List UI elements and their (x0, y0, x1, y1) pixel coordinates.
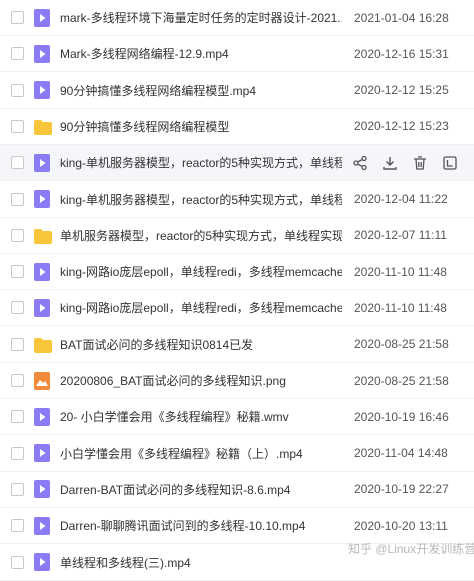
file-name[interactable]: king-网路io庞层epoll，单线程redi，多线程memcache... (60, 263, 342, 280)
row-checkbox[interactable] (11, 519, 24, 533)
row-checkbox[interactable] (11, 47, 24, 61)
row-checkbox[interactable] (11, 192, 24, 206)
file-name[interactable]: 小白学懂会用《多线程编程》秘籍（上）.mp4 (60, 445, 342, 462)
file-row[interactable]: 20- 小白学懂会用《多线程编程》秘籍.wmv 2020-10-19 16:46 (0, 399, 474, 436)
file-name[interactable]: king-单机服务器模型，reactor的5种实现方式，单线程... (60, 154, 342, 171)
file-name[interactable]: Darren-BAT面试必问的多线程知识-8.6.mp4 (60, 481, 342, 498)
image-file-icon (34, 371, 50, 390)
row-checkbox[interactable] (11, 410, 24, 424)
row-checkbox[interactable] (11, 482, 24, 496)
file-name[interactable]: king-单机服务器模型，reactor的5种实现方式，单线程... (60, 191, 342, 208)
file-row[interactable]: king-单机服务器模型，reactor的5种实现方式，单线程... (0, 145, 474, 182)
folder-icon (34, 119, 52, 138)
file-row[interactable]: BAT面试必问的多线程知识0814已发 2020-08-25 21:58 (0, 327, 474, 363)
file-row[interactable]: king-网路io庞层epoll，单线程redi，多线程memcache... 2… (0, 254, 474, 291)
file-name[interactable]: Mark-多线程网络编程-12.9.mp4 (60, 45, 342, 62)
file-date: 2020-10-20 13:11 (354, 518, 448, 533)
video-file-icon (34, 81, 50, 100)
video-file-icon (34, 8, 50, 27)
file-date: 2020-10-19 22:27 (354, 482, 449, 497)
video-file-icon (34, 44, 50, 63)
file-date: 2020-11-04 14:48 (354, 446, 448, 461)
video-file-icon (34, 298, 50, 317)
row-checkbox[interactable] (11, 374, 24, 387)
video-file-icon (34, 262, 50, 281)
video-file-icon (34, 407, 50, 426)
file-row[interactable]: Mark-多线程网络编程-12.9.mp4 2020-12-16 15:31 (0, 36, 474, 73)
row-checkbox[interactable] (11, 156, 24, 170)
file-name[interactable]: Darren-聊聊腾讯面试问到的多线程-10.10.mp4 (60, 517, 342, 534)
row-checkbox[interactable] (11, 11, 24, 24)
row-actions (352, 155, 457, 170)
delete-icon[interactable] (412, 155, 427, 170)
file-name[interactable]: 20- 小白学懂会用《多线程编程》秘籍.wmv (60, 408, 342, 425)
folder-icon (34, 228, 52, 247)
more-icon[interactable] (442, 155, 457, 170)
video-file-icon (34, 190, 50, 208)
file-name[interactable]: 单线程和多线程(三).mp4 (60, 554, 342, 571)
file-date: 2020-08-25 21:58 (354, 337, 449, 352)
file-row[interactable]: 小白学懂会用《多线程编程》秘籍（上）.mp4 2020-11-04 14:48 (0, 436, 474, 472)
row-checkbox[interactable] (11, 555, 24, 569)
file-date: 2021-01-04 16:28 (354, 10, 449, 25)
row-checkbox[interactable] (11, 301, 24, 315)
watermark: 知乎 @Linux开发训练营 (348, 542, 474, 556)
file-date: 2020-11-10 11:48 (354, 300, 447, 315)
video-file-icon (34, 516, 50, 535)
file-row[interactable]: 单机服务器模型，reactor的5种实现方式，单线程实现... 2020-12-0… (0, 218, 474, 254)
video-file-icon (34, 153, 50, 172)
file-row[interactable]: mark-多线程环境下海量定时任务的定时器设计-2021.1.2... 2021-… (0, 0, 474, 36)
video-file-icon (34, 480, 50, 499)
row-checkbox[interactable] (11, 119, 24, 133)
file-date: 2020-12-12 15:25 (354, 83, 449, 98)
file-row[interactable]: Darren-BAT面试必问的多线程知识-8.6.mp4 2020-10-19 2… (0, 472, 474, 508)
video-file-icon (34, 444, 50, 463)
folder-icon (34, 337, 52, 356)
row-checkbox[interactable] (11, 228, 24, 242)
file-date: 2020-12-07 11:11 (354, 228, 447, 243)
file-date: 2020-12-16 15:31 (354, 46, 449, 61)
file-date: 2020-08-25 21:58 (354, 373, 449, 388)
file-row[interactable]: king-单机服务器模型，reactor的5种实现方式，单线程... 2020-1… (0, 182, 474, 218)
row-checkbox[interactable] (11, 83, 24, 97)
file-date: 2020-12-12 15:23 (354, 119, 449, 134)
file-date: 2020-10-19 16:46 (354, 409, 449, 424)
share-icon[interactable] (352, 155, 367, 170)
file-name[interactable]: 90分钟搞懂多线程网络编程模型.mp4 (60, 82, 342, 99)
file-row[interactable]: king-网路io庞层epoll，单线程redi，多线程memcache... 2… (0, 290, 474, 327)
download-icon[interactable] (382, 155, 397, 170)
file-name[interactable]: BAT面试必问的多线程知识0814已发 (60, 336, 342, 353)
file-name[interactable]: mark-多线程环境下海量定时任务的定时器设计-2021.1.2... (60, 9, 342, 26)
file-row[interactable]: Darren-聊聊腾讯面试问到的多线程-10.10.mp4 2020-10-20 … (0, 508, 474, 545)
row-checkbox[interactable] (11, 265, 24, 279)
file-row[interactable]: 90分钟搞懂多线程网络编程模型 2020-12-12 15:23 (0, 109, 474, 145)
row-checkbox[interactable] (11, 337, 24, 351)
file-list: mark-多线程环境下海量定时任务的定时器设计-2021.1.2... 2021-… (0, 0, 474, 581)
file-row[interactable]: 90分钟搞懂多线程网络编程模型.mp4 2020-12-12 15:25 (0, 73, 474, 109)
row-checkbox[interactable] (11, 446, 24, 460)
file-name[interactable]: king-网路io庞层epoll，单线程redi，多线程memcache... (60, 299, 342, 316)
file-row[interactable]: 20200806_BAT面试必问的多线程知识.png 2020-08-25 21:… (0, 363, 474, 399)
file-name[interactable]: 90分钟搞懂多线程网络编程模型 (60, 118, 342, 135)
video-file-icon (34, 553, 50, 571)
file-name[interactable]: 单机服务器模型，reactor的5种实现方式，单线程实现... (60, 227, 342, 244)
file-name[interactable]: 20200806_BAT面试必问的多线程知识.png (60, 372, 342, 389)
file-date: 2020-12-04 11:22 (354, 192, 448, 206)
file-date: 2020-11-10 11:48 (354, 264, 447, 279)
